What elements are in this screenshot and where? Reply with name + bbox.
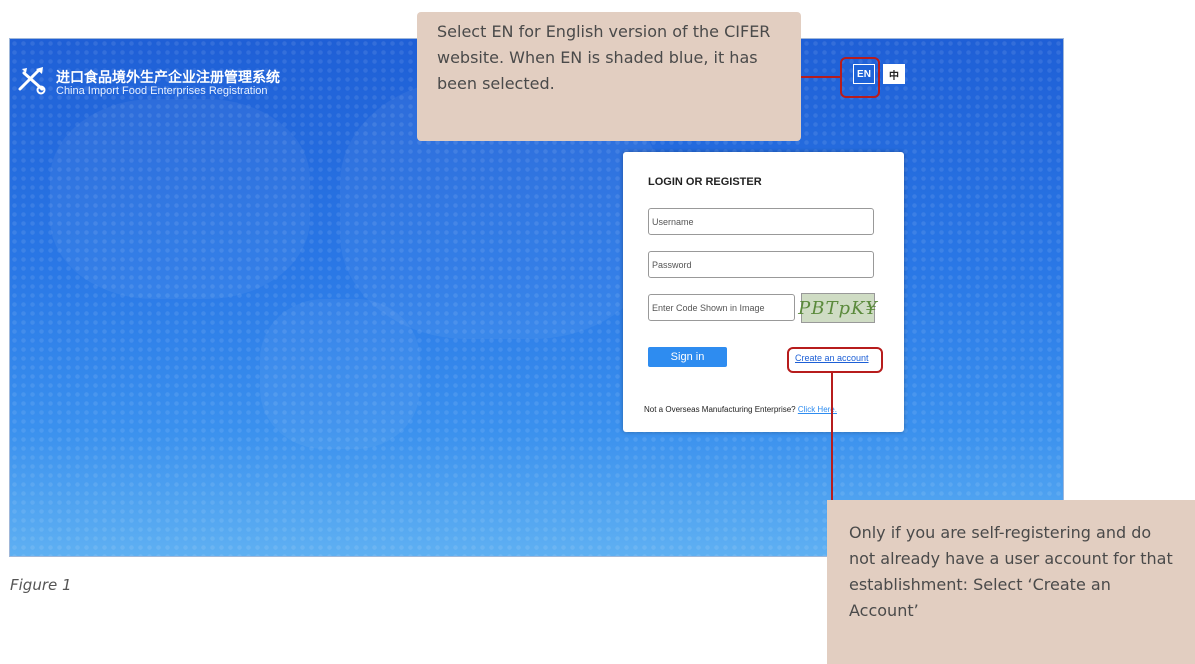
footer-text: Not a Overseas Manufacturing Enterprise? [644,405,798,414]
site-title-en: China Import Food Enterprises Registrati… [56,84,268,97]
callout-create-account: Only if you are self-registering and do … [827,500,1195,664]
captcha-image[interactable]: PBTpK¥ [798,293,877,323]
connector-line-top [801,76,841,78]
password-input[interactable]: Password [648,251,874,278]
logo-icon [16,63,50,102]
login-card: LOGIN OR REGISTER Username Password Ente… [623,152,904,432]
captcha-code-input[interactable]: Enter Code Shown in Image [648,294,795,321]
language-cn-button[interactable]: 中 [883,64,905,84]
callout-language: Select EN for English version of the CIF… [417,12,801,141]
logo-text: 进口食品境外生产企业注册管理系统 China Import Food Enter… [56,69,280,97]
login-title: LOGIN OR REGISTER [648,176,762,188]
footer-note: Not a Overseas Manufacturing Enterprise?… [644,405,837,414]
en-highlight-box [840,57,880,98]
figure-caption: Figure 1 [10,576,72,594]
connector-line-bottom [831,373,833,500]
site-logo: 进口食品境外生产企业注册管理系统 China Import Food Enter… [16,63,280,102]
map-continent [260,299,420,449]
map-continent [50,99,310,299]
sign-in-button[interactable]: Sign in [648,347,727,367]
username-input[interactable]: Username [648,208,874,235]
create-account-highlight-box [787,347,883,373]
site-title-cn: 进口食品境外生产企业注册管理系统 [56,68,280,85]
